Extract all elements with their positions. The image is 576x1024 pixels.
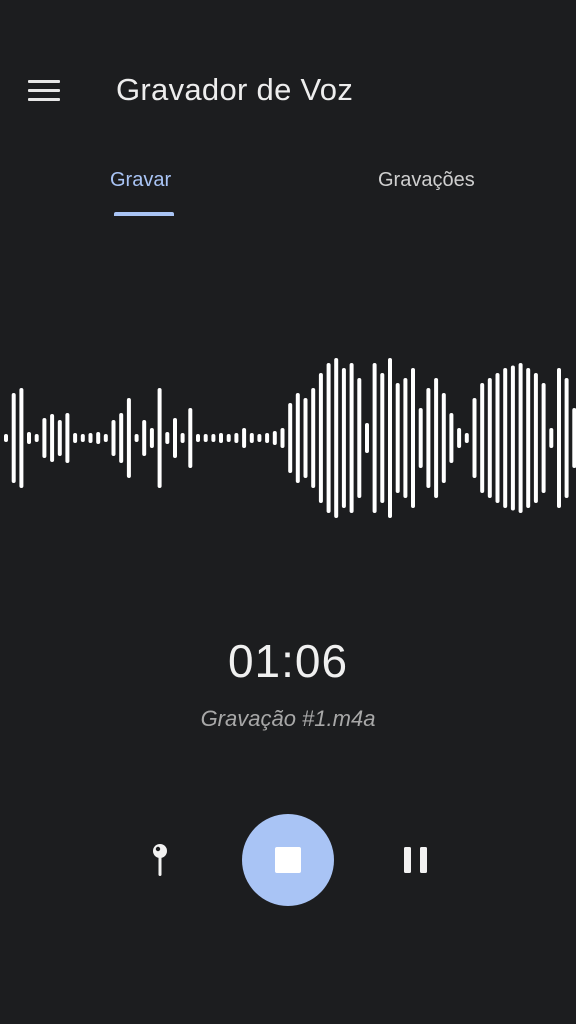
waveform-bar (11, 393, 16, 483)
recording-filename: Gravação #1.m4a (200, 706, 376, 731)
waveform-bar (142, 420, 147, 456)
waveform-bar (73, 433, 78, 443)
waveform-bar (57, 420, 62, 456)
waveform-bar (203, 434, 208, 442)
waveform-bar (249, 433, 254, 443)
waveform-bar (518, 363, 523, 513)
waveform-bar (472, 398, 477, 478)
waveform-bar (288, 403, 293, 473)
waveform-bar (365, 423, 369, 453)
waveform-bar (111, 420, 116, 456)
waveform-bar (464, 433, 469, 443)
voice-recorder-app: Gravador de Voz Gravar Gravações 01:06 G… (0, 0, 576, 1024)
waveform-bar (196, 434, 200, 442)
waveform-bar (126, 398, 131, 478)
waveform-bar (572, 408, 576, 468)
waveform-bar (457, 428, 462, 448)
waveform-bar (380, 373, 385, 503)
waveform-bar (134, 434, 139, 442)
waveform-bar (157, 388, 162, 488)
waveform-bar (65, 413, 70, 463)
waveform-bar (341, 368, 346, 508)
app-title: Gravador de Voz (116, 72, 354, 107)
pause-icon (404, 847, 427, 873)
tab-recordings[interactable]: Gravações (378, 166, 475, 194)
pin-marker-button[interactable] (138, 838, 182, 882)
waveform-bar (257, 434, 262, 442)
waveform-bar (88, 433, 93, 443)
waveform-bar (403, 378, 408, 498)
waveform-bar (119, 413, 124, 463)
active-tab-indicator (114, 212, 174, 216)
menu-icon-line (28, 88, 60, 92)
waveform-bar (265, 433, 270, 443)
waveform-bar (411, 368, 415, 508)
audio-waveform (4, 358, 576, 518)
pause-button[interactable] (394, 838, 438, 882)
waveform-bar (295, 393, 300, 483)
waveform-bar (357, 378, 362, 498)
elapsed-time: 01:06 (227, 635, 349, 687)
menu-icon-line (28, 79, 60, 83)
waveform-bar (188, 408, 193, 468)
waveform-bar (242, 428, 247, 448)
stop-button[interactable] (242, 814, 334, 906)
waveform-bar (388, 358, 392, 518)
waveform-bar (19, 388, 24, 488)
waveform-bar (441, 393, 446, 483)
waveform-bar (303, 398, 308, 478)
waveform-bar (395, 383, 400, 493)
waveform-bar (234, 433, 239, 443)
tab-bar: Gravar Gravações (0, 160, 576, 220)
top-app-bar: Gravador de Voz (0, 0, 576, 150)
waveform-bar (272, 431, 277, 445)
waveform-bar (334, 358, 339, 518)
waveform-bar (418, 408, 423, 468)
waveform-bar (173, 418, 177, 458)
waveform-bar (318, 373, 323, 503)
waveform-bar (549, 428, 554, 448)
waveform-bar (426, 388, 431, 488)
waveform-bar (449, 413, 454, 463)
menu-button[interactable] (22, 70, 66, 110)
waveform-bar (50, 414, 55, 462)
waveform-bar (149, 428, 154, 448)
waveform-bar (372, 363, 377, 513)
waveform-bar (280, 428, 285, 448)
waveform-bar (311, 388, 316, 488)
waveform-bar (510, 365, 515, 511)
waveform-bar (434, 378, 439, 498)
waveform-bar (526, 368, 531, 508)
waveform-bar (349, 363, 354, 513)
waveform-bar (96, 432, 101, 444)
waveform-bar (564, 378, 569, 498)
recording-controls (0, 812, 576, 908)
stop-icon (275, 847, 301, 873)
waveform-bar (219, 433, 223, 443)
waveform-bar (165, 432, 170, 444)
waveform-bar (226, 434, 231, 442)
tab-record[interactable]: Gravar (110, 166, 171, 194)
pin-icon (153, 844, 167, 876)
waveform-bar (211, 434, 216, 442)
waveform-bar (487, 378, 492, 498)
waveform-bar (103, 434, 108, 442)
waveform-bar (42, 418, 47, 458)
waveform-bar (533, 373, 538, 503)
waveform-bar (326, 363, 331, 513)
waveform-bar (27, 432, 31, 444)
waveform-bar (557, 368, 561, 508)
waveform-bar (180, 433, 185, 443)
waveform-bar (480, 383, 485, 493)
waveform-bar (80, 434, 85, 442)
menu-icon-line (28, 97, 60, 101)
waveform-bar (495, 373, 500, 503)
waveform-bar (34, 434, 39, 442)
waveform-bar (503, 368, 508, 508)
waveform-bar (541, 383, 546, 493)
waveform-bar (4, 434, 8, 442)
